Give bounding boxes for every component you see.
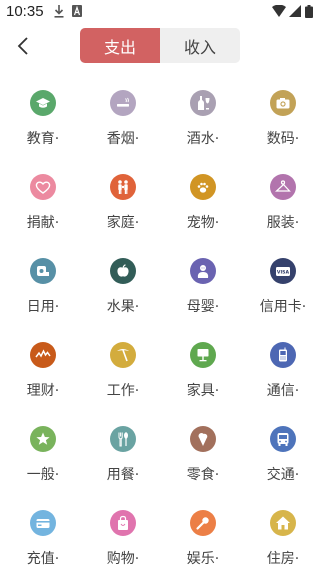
category-label: 水果·	[106, 299, 140, 315]
category-item[interactable]: 家具·	[162, 332, 242, 416]
category-item[interactable]: 住房·	[242, 500, 320, 568]
wifi-icon	[272, 5, 286, 17]
category-item[interactable]: 捐献·	[2, 164, 82, 248]
category-label: 家庭·	[106, 215, 140, 231]
svg-text:VISA: VISA	[277, 270, 290, 276]
category-label: 母婴·	[186, 299, 220, 315]
graduation-cap-icon	[30, 90, 56, 116]
category-item[interactable]: 用餐·	[82, 416, 162, 500]
category-item[interactable]: 充值·	[2, 500, 82, 568]
category-item[interactable]: 日用·	[2, 248, 82, 332]
tab-income[interactable]: 收入	[160, 28, 240, 63]
microphone-icon	[190, 510, 216, 536]
category-label: 教育·	[26, 131, 60, 147]
house-icon	[270, 510, 296, 536]
ice-cream-icon	[190, 426, 216, 452]
category-label: 信用卡·	[259, 299, 307, 315]
category-item[interactable]: 理财·	[2, 332, 82, 416]
expense-income-toggle: 支出 收入	[80, 28, 240, 63]
tab-expense[interactable]: 支出	[80, 28, 160, 63]
toilet-paper-icon	[30, 258, 56, 284]
cigarette-icon	[110, 90, 136, 116]
category-label: 宠物·	[186, 215, 220, 231]
visa-card-icon: VISA	[270, 258, 296, 284]
category-label: 零食·	[186, 467, 220, 483]
stock-chart-icon	[30, 342, 56, 368]
category-item[interactable]: 教育·	[2, 80, 82, 164]
category-item[interactable]: 香烟·	[82, 80, 162, 164]
battery-icon	[305, 5, 313, 18]
category-label: 数码·	[266, 131, 300, 147]
app-notification-icon	[72, 5, 82, 17]
category-label: 住房·	[266, 551, 300, 567]
category-label: 通信·	[266, 383, 300, 399]
category-item[interactable]: 家庭·	[82, 164, 162, 248]
signal-icon	[289, 5, 301, 17]
pickaxe-icon	[110, 342, 136, 368]
download-icon	[54, 5, 64, 18]
category-label: 工作·	[106, 383, 140, 399]
wine-bottle-icon	[190, 90, 216, 116]
category-item[interactable]: 母婴·	[162, 248, 242, 332]
bus-icon	[270, 426, 296, 452]
status-time: 10:35	[6, 3, 44, 20]
category-label: 捐献·	[26, 215, 60, 231]
fork-spoon-icon	[110, 426, 136, 452]
category-item[interactable]: 交通·	[242, 416, 320, 500]
hanger-icon	[270, 174, 296, 200]
category-label: 一般·	[26, 467, 60, 483]
wallet-card-icon	[30, 510, 56, 536]
category-item[interactable]: 零食·	[162, 416, 242, 500]
status-bar: 10:35	[0, 0, 320, 24]
category-item[interactable]: 宠物·	[162, 164, 242, 248]
star-icon	[30, 426, 56, 452]
category-label: 理财·	[26, 383, 60, 399]
category-label: 家具·	[186, 383, 220, 399]
family-icon	[110, 174, 136, 200]
category-item[interactable]: 一般·	[2, 416, 82, 500]
category-label: 购物·	[106, 551, 140, 567]
category-item[interactable]: 通信·	[242, 332, 320, 416]
category-item[interactable]: 酒水·	[162, 80, 242, 164]
category-label: 服装·	[266, 215, 300, 231]
back-arrow-icon[interactable]	[14, 34, 34, 58]
category-item[interactable]: 水果·	[82, 248, 162, 332]
category-item[interactable]: 服装·	[242, 164, 320, 248]
category-label: 交通·	[266, 467, 300, 483]
category-item[interactable]: 数码·	[242, 80, 320, 164]
phone-icon	[270, 342, 296, 368]
category-item[interactable]: 购物·	[82, 500, 162, 568]
category-label: 娱乐·	[186, 551, 220, 567]
category-label: 用餐·	[106, 467, 140, 483]
category-label: 日用·	[26, 299, 60, 315]
category-item[interactable]: 工作·	[82, 332, 162, 416]
category-label: 酒水·	[186, 131, 220, 147]
heart-icon	[30, 174, 56, 200]
category-item[interactable]: 娱乐·	[162, 500, 242, 568]
baby-icon	[190, 258, 216, 284]
apple-icon	[110, 258, 136, 284]
category-label: 充值·	[26, 551, 60, 567]
camera-icon	[270, 90, 296, 116]
category-label: 香烟·	[106, 131, 140, 147]
paw-icon	[190, 174, 216, 200]
shopping-bag-icon	[110, 510, 136, 536]
category-item[interactable]: VISA 信用卡·	[242, 248, 320, 332]
lamp-icon	[190, 342, 216, 368]
